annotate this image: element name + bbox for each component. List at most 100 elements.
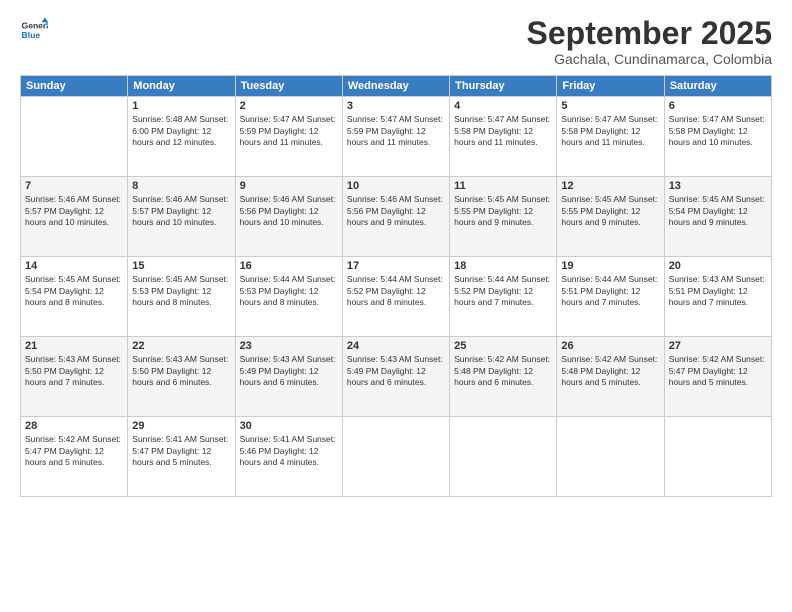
day-number: 3 [347, 100, 445, 112]
day-number: 12 [561, 180, 659, 192]
day-number: 17 [347, 260, 445, 272]
day-number: 18 [454, 260, 552, 272]
day-number: 21 [25, 340, 123, 352]
col-saturday: Saturday [664, 76, 771, 97]
calendar-table: Sunday Monday Tuesday Wednesday Thursday… [20, 75, 772, 497]
day-cell: 3 Sunrise: 5:47 AM Sunset: 5:59 PM Daylig… [342, 97, 449, 177]
day-info: Sunrise: 5:43 AM Sunset: 5:50 PM Dayligh… [132, 354, 230, 388]
day-number: 13 [669, 180, 767, 192]
day-info: Sunrise: 5:43 AM Sunset: 5:51 PM Dayligh… [669, 274, 767, 308]
day-info: Sunrise: 5:42 AM Sunset: 5:48 PM Dayligh… [454, 354, 552, 388]
day-info: Sunrise: 5:44 AM Sunset: 5:53 PM Dayligh… [240, 274, 338, 308]
day-info: Sunrise: 5:44 AM Sunset: 5:52 PM Dayligh… [454, 274, 552, 308]
day-cell [450, 417, 557, 497]
col-friday: Friday [557, 76, 664, 97]
subtitle: Gachala, Cundinamarca, Colombia [527, 51, 772, 67]
day-cell: 26Sunrise: 5:42 AM Sunset: 5:48 PM Dayli… [557, 337, 664, 417]
month-title: September 2025 [527, 16, 772, 51]
day-info: Sunrise: 5:45 AM Sunset: 5:53 PM Dayligh… [132, 274, 230, 308]
day-cell: 24 Sunrise: 5:43 AM Sunset: 5:49 PM Dayli… [342, 337, 449, 417]
day-info: Sunrise: 5:44 AM Sunset: 5:51 PM Dayligh… [561, 274, 659, 308]
col-thursday: Thursday [450, 76, 557, 97]
week-row-5: 28 Sunrise: 5:42 AM Sunset: 5:47 PM Dayli… [21, 417, 772, 497]
day-info: Sunrise: 5:45 AM Sunset: 5:55 PM Dayligh… [454, 194, 552, 228]
day-cell: 23 Sunrise: 5:43 AM Sunset: 5:49 PM Dayli… [235, 337, 342, 417]
day-info: Sunrise: 5:46 AM Sunset: 5:56 PM Dayligh… [347, 194, 445, 228]
week-row-2: 7 Sunrise: 5:46 AM Sunset: 5:57 PM Daylig… [21, 177, 772, 257]
day-number: 6 [669, 100, 767, 112]
day-cell: 16Sunrise: 5:44 AM Sunset: 5:53 PM Dayli… [235, 257, 342, 337]
day-number: 27 [669, 340, 767, 352]
week-row-4: 21 Sunrise: 5:43 AM Sunset: 5:50 PM Dayli… [21, 337, 772, 417]
day-info: Sunrise: 5:44 AM Sunset: 5:52 PM Dayligh… [347, 274, 445, 308]
day-number: 22 [132, 340, 230, 352]
day-cell: 18 Sunrise: 5:44 AM Sunset: 5:52 PM Dayli… [450, 257, 557, 337]
col-sunday: Sunday [21, 76, 128, 97]
day-cell: 25Sunrise: 5:42 AM Sunset: 5:48 PM Dayli… [450, 337, 557, 417]
day-cell [342, 417, 449, 497]
day-number: 5 [561, 100, 659, 112]
day-number: 2 [240, 100, 338, 112]
day-cell: 8 Sunrise: 5:46 AM Sunset: 5:57 PM Daylig… [128, 177, 235, 257]
day-number: 26 [561, 340, 659, 352]
day-info: Sunrise: 5:48 AM Sunset: 6:00 PM Dayligh… [132, 114, 230, 148]
col-wednesday: Wednesday [342, 76, 449, 97]
day-number: 28 [25, 420, 123, 432]
day-number: 10 [347, 180, 445, 192]
day-cell: 7Sunrise: 5:46 AM Sunset: 5:57 PM Daylig… [21, 177, 128, 257]
day-cell: 12 Sunrise: 5:45 AM Sunset: 5:55 PM Dayli… [557, 177, 664, 257]
day-number: 14 [25, 260, 123, 272]
day-info: Sunrise: 5:45 AM Sunset: 5:54 PM Dayligh… [25, 274, 123, 308]
day-info: Sunrise: 5:47 AM Sunset: 5:59 PM Dayligh… [240, 114, 338, 148]
day-number: 15 [132, 260, 230, 272]
day-cell: 14 Sunrise: 5:45 AM Sunset: 5:54 PM Dayli… [21, 257, 128, 337]
day-cell [557, 417, 664, 497]
day-cell [21, 97, 128, 177]
day-number: 24 [347, 340, 445, 352]
day-number: 11 [454, 180, 552, 192]
day-info: Sunrise: 5:41 AM Sunset: 5:46 PM Dayligh… [240, 434, 338, 468]
day-number: 30 [240, 420, 338, 432]
day-number: 23 [240, 340, 338, 352]
day-info: Sunrise: 5:47 AM Sunset: 5:58 PM Dayligh… [669, 114, 767, 148]
day-info: Sunrise: 5:43 AM Sunset: 5:49 PM Dayligh… [240, 354, 338, 388]
title-block: September 2025 Gachala, Cundinamarca, Co… [527, 16, 772, 67]
week-row-1: 1Sunrise: 5:48 AM Sunset: 6:00 PM Daylig… [21, 97, 772, 177]
col-tuesday: Tuesday [235, 76, 342, 97]
day-cell [664, 417, 771, 497]
day-info: Sunrise: 5:42 AM Sunset: 5:47 PM Dayligh… [669, 354, 767, 388]
day-cell: 22 Sunrise: 5:43 AM Sunset: 5:50 PM Dayli… [128, 337, 235, 417]
day-info: Sunrise: 5:47 AM Sunset: 5:58 PM Dayligh… [454, 114, 552, 148]
day-cell: 27 Sunrise: 5:42 AM Sunset: 5:47 PM Dayli… [664, 337, 771, 417]
day-cell: 17 Sunrise: 5:44 AM Sunset: 5:52 PM Dayli… [342, 257, 449, 337]
day-number: 7 [25, 180, 123, 192]
day-cell: 9 Sunrise: 5:46 AM Sunset: 5:56 PM Daylig… [235, 177, 342, 257]
day-info: Sunrise: 5:43 AM Sunset: 5:49 PM Dayligh… [347, 354, 445, 388]
day-cell: 20 Sunrise: 5:43 AM Sunset: 5:51 PM Dayli… [664, 257, 771, 337]
day-number: 20 [669, 260, 767, 272]
day-cell: 2 Sunrise: 5:47 AM Sunset: 5:59 PM Daylig… [235, 97, 342, 177]
day-cell: 28 Sunrise: 5:42 AM Sunset: 5:47 PM Dayli… [21, 417, 128, 497]
day-number: 19 [561, 260, 659, 272]
day-info: Sunrise: 5:45 AM Sunset: 5:55 PM Dayligh… [561, 194, 659, 228]
day-number: 8 [132, 180, 230, 192]
day-cell: 19 Sunrise: 5:44 AM Sunset: 5:51 PM Dayli… [557, 257, 664, 337]
day-cell: 1Sunrise: 5:48 AM Sunset: 6:00 PM Daylig… [128, 97, 235, 177]
day-info: Sunrise: 5:46 AM Sunset: 5:57 PM Dayligh… [132, 194, 230, 228]
svg-text:Blue: Blue [22, 30, 41, 40]
day-info: Sunrise: 5:46 AM Sunset: 5:56 PM Dayligh… [240, 194, 338, 228]
day-number: 9 [240, 180, 338, 192]
day-cell: 4Sunrise: 5:47 AM Sunset: 5:58 PM Daylig… [450, 97, 557, 177]
day-number: 29 [132, 420, 230, 432]
day-info: Sunrise: 5:45 AM Sunset: 5:54 PM Dayligh… [669, 194, 767, 228]
day-cell: 15 Sunrise: 5:45 AM Sunset: 5:53 PM Dayli… [128, 257, 235, 337]
logo: General Blue [20, 16, 48, 44]
day-info: Sunrise: 5:41 AM Sunset: 5:47 PM Dayligh… [132, 434, 230, 468]
header-row: Sunday Monday Tuesday Wednesday Thursday… [21, 76, 772, 97]
day-info: Sunrise: 5:47 AM Sunset: 5:58 PM Dayligh… [561, 114, 659, 148]
day-info: Sunrise: 5:47 AM Sunset: 5:59 PM Dayligh… [347, 114, 445, 148]
week-row-3: 14 Sunrise: 5:45 AM Sunset: 5:54 PM Dayli… [21, 257, 772, 337]
day-info: Sunrise: 5:42 AM Sunset: 5:47 PM Dayligh… [25, 434, 123, 468]
day-cell: 6 Sunrise: 5:47 AM Sunset: 5:58 PM Daylig… [664, 97, 771, 177]
day-info: Sunrise: 5:43 AM Sunset: 5:50 PM Dayligh… [25, 354, 123, 388]
